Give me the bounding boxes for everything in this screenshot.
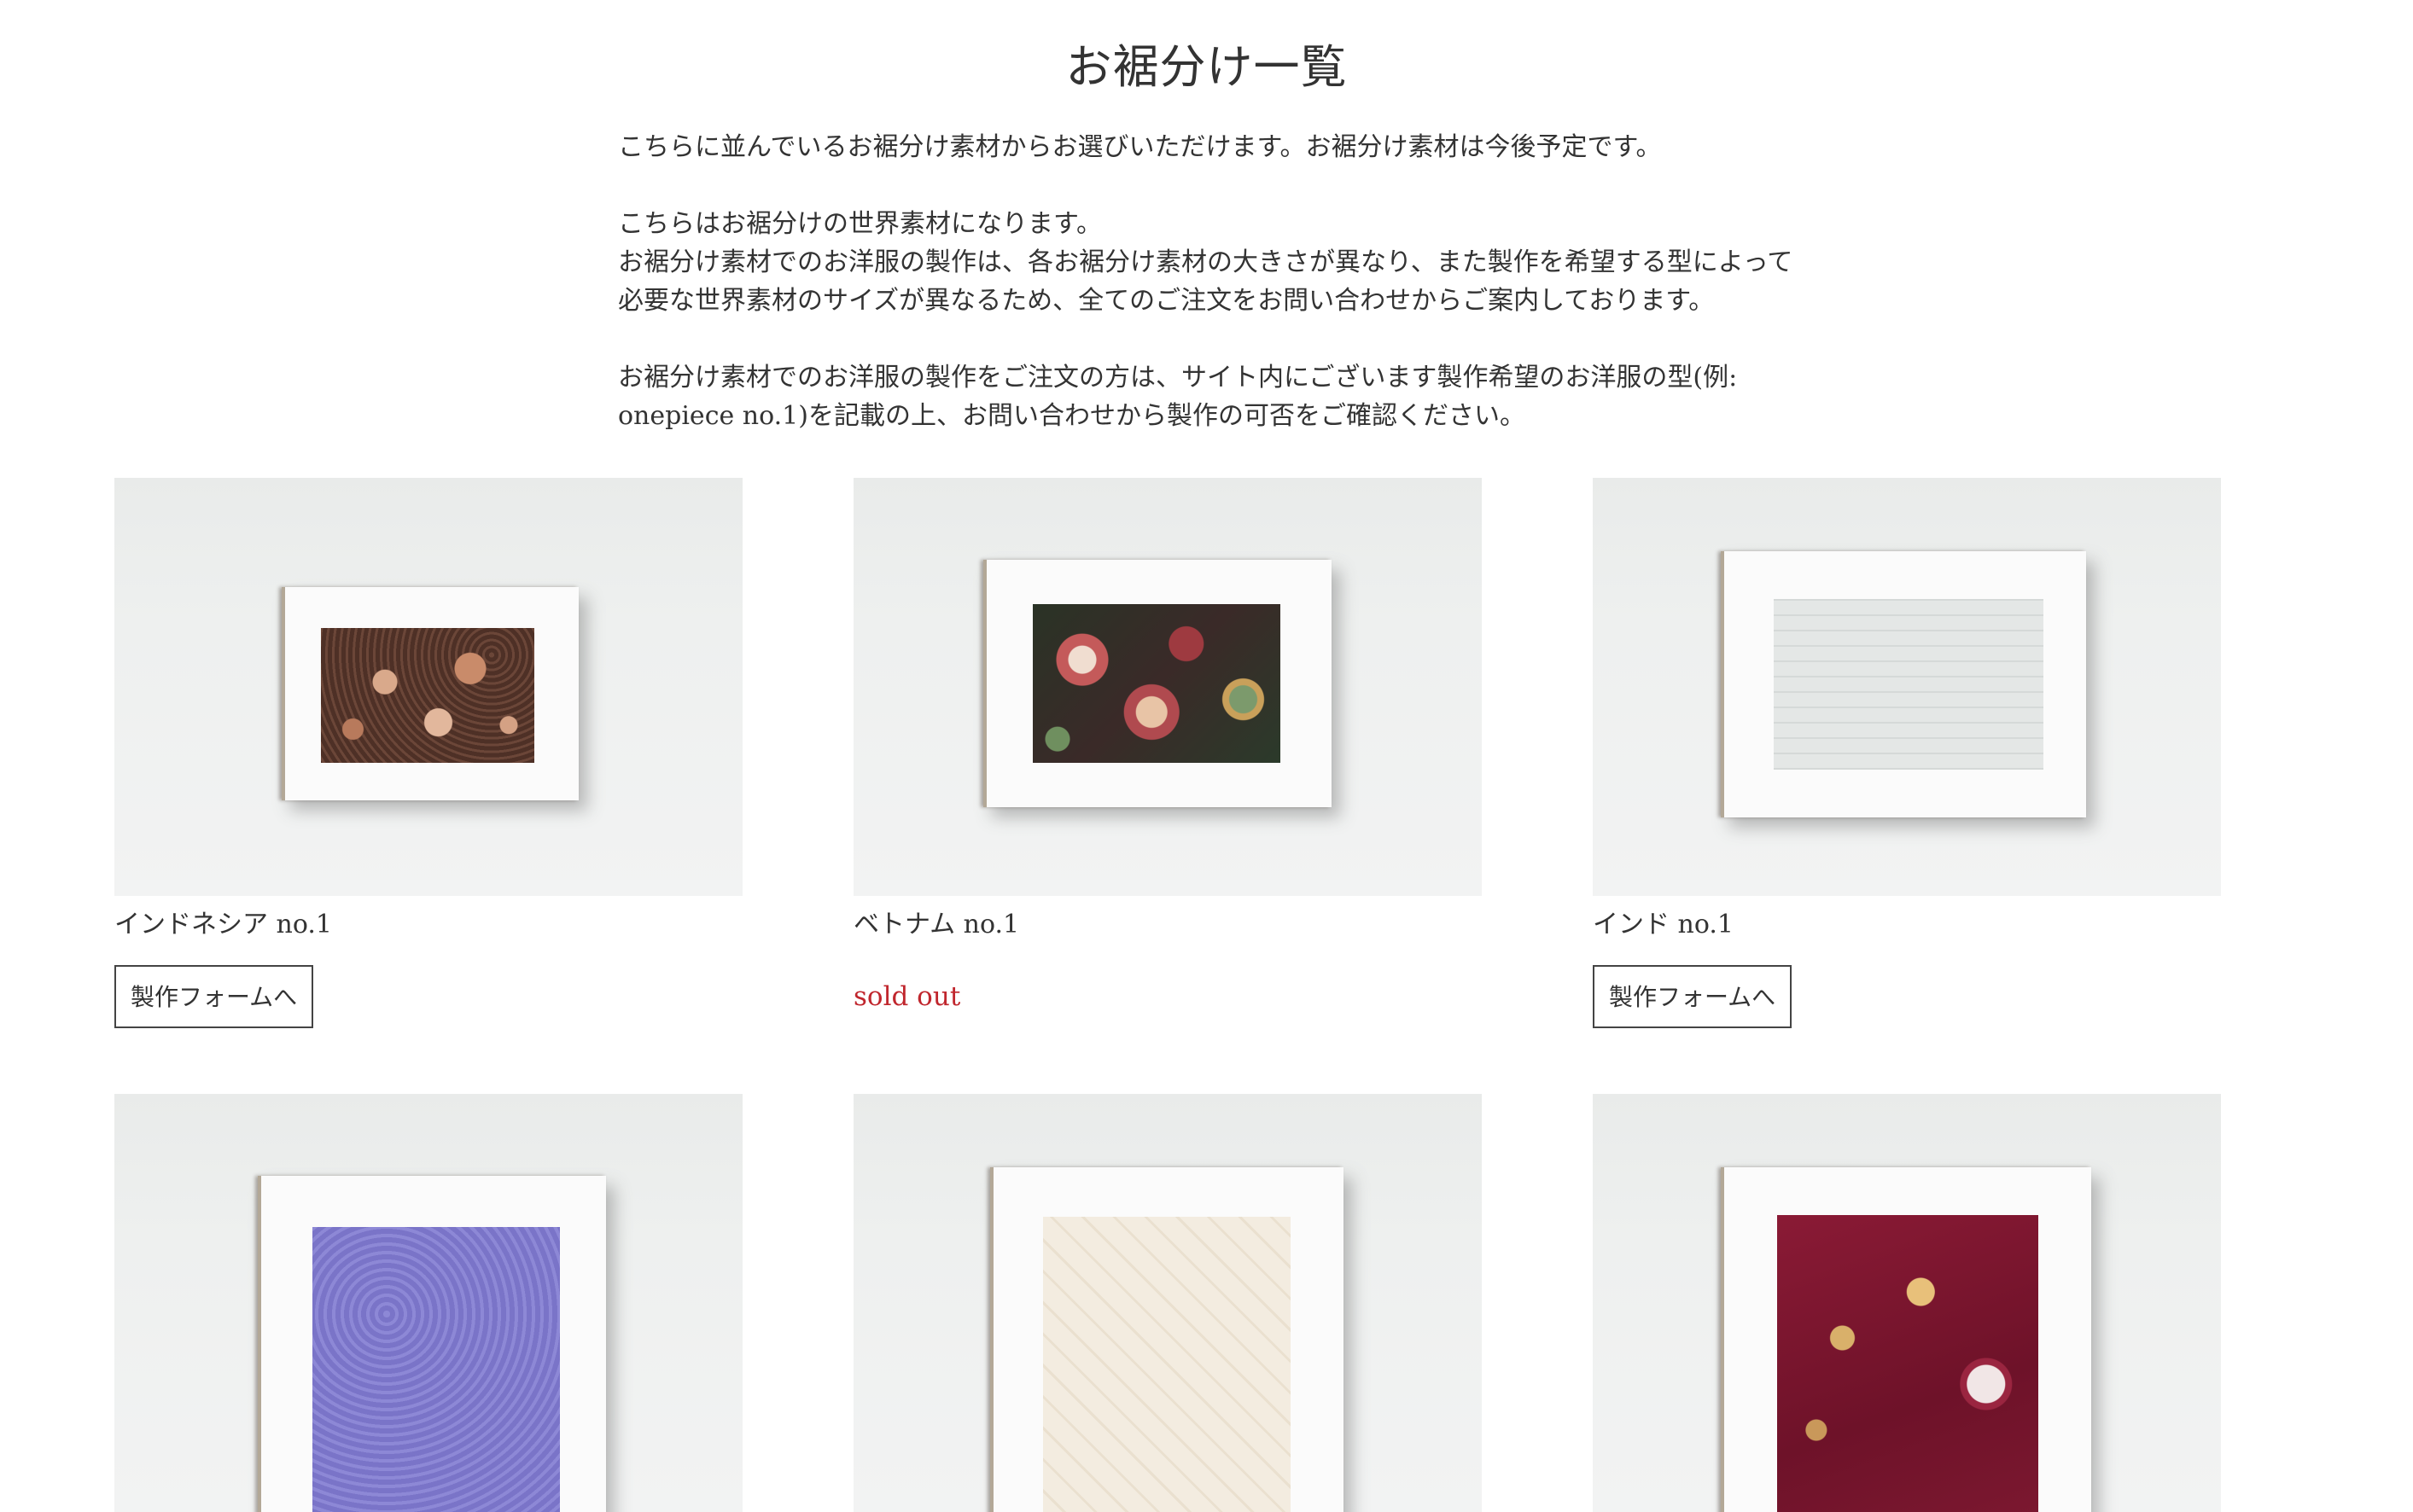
production-form-button[interactable]: 製作フォームへ — [1593, 965, 1792, 1028]
frame-icon — [1721, 551, 2086, 817]
page-title: お裾分け一覧 — [1065, 40, 1348, 94]
product-image[interactable] — [114, 478, 743, 896]
silver-embroidered-fabric-icon — [1774, 599, 2043, 770]
intro-paragraph-3: お裾分け素材でのお洋服の製作をご注文の方は、サイト内にございます製作希望のお洋服… — [618, 363, 1738, 431]
intro-paragraph-2: こちらはお裾分けの世界素材になります。 お裾分け素材でのお洋服の製作は、各お裾分け… — [618, 209, 1793, 316]
intro-paragraph-1: こちらに並んでいるお裾分け素材からお選びいただけます。お裾分け素材は今後予定です… — [618, 132, 1662, 162]
sold-out-label: sold out — [854, 981, 961, 1012]
lavender-paisley-fabric-icon — [312, 1227, 560, 1512]
product-card: インド no.1 製作フォームへ — [1593, 478, 2221, 1028]
brown-floral-batik-fabric-icon — [321, 628, 534, 763]
frame-icon — [258, 1176, 606, 1512]
product-card — [854, 1094, 1482, 1512]
product-image[interactable] — [114, 1094, 743, 1512]
product-name: インドネシア no.1 — [114, 910, 333, 939]
frame-icon — [282, 587, 579, 800]
burgundy-floral-satin-fabric-icon — [1777, 1215, 2038, 1512]
intro-text: こちらに並んでいるお裾分け素材からお選びいただけます。お裾分け素材は今後予定です… — [618, 128, 1830, 435]
product-card — [1593, 1094, 2221, 1512]
product-name: インド no.1 — [1593, 910, 1734, 939]
product-name: ベトナム no.1 — [854, 910, 1020, 939]
frame-icon — [1721, 1167, 2091, 1512]
frame-icon — [983, 560, 1332, 807]
red-green-floral-brocade-fabric-icon — [1033, 604, 1280, 763]
product-image[interactable] — [1593, 1094, 2221, 1512]
product-image[interactable] — [854, 1094, 1482, 1512]
frame-icon — [990, 1167, 1343, 1512]
product-card: ベトナム no.1 sold out — [854, 478, 1482, 1028]
cream-jacquard-fabric-icon — [1043, 1217, 1291, 1512]
product-card — [114, 1094, 743, 1512]
product-image[interactable] — [854, 478, 1482, 896]
product-image[interactable] — [1593, 478, 2221, 896]
production-form-button[interactable]: 製作フォームへ — [114, 965, 314, 1028]
product-card: インドネシア no.1 製作フォームへ — [114, 478, 743, 1028]
